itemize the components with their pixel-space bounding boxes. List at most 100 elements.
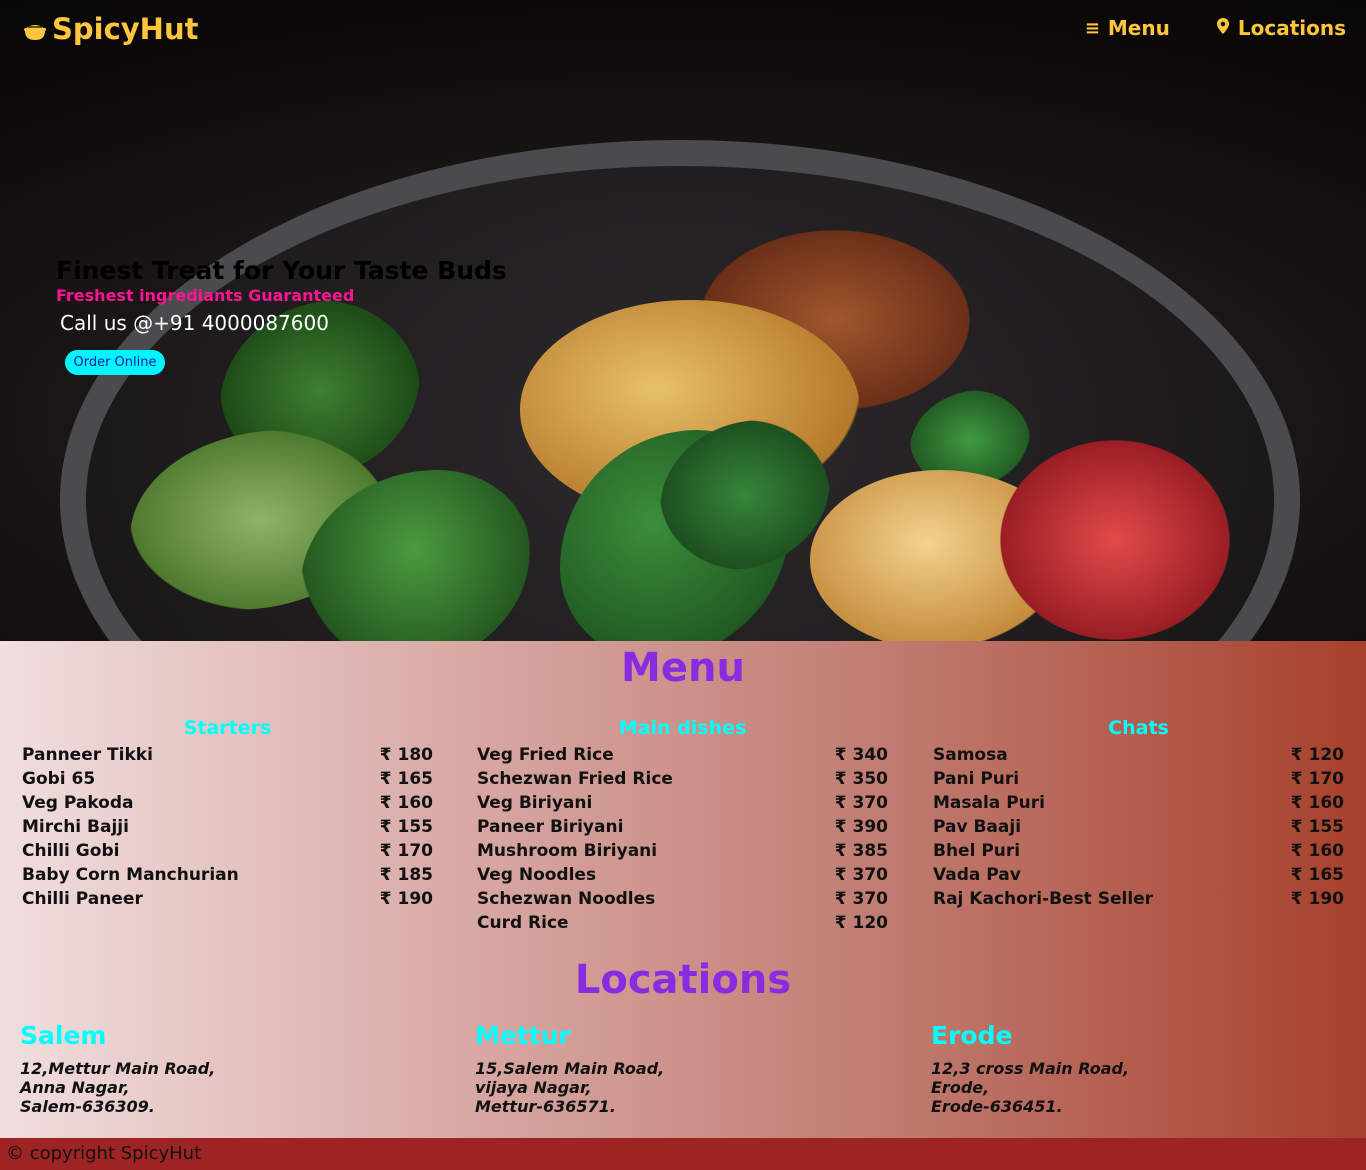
item-name: Vada Pav [933,865,1021,885]
menu-item: Veg Biriyani ₹ 370 [477,791,888,815]
column-title: Chats [1108,717,1169,739]
item-name: Veg Biriyani [477,793,593,813]
item-price: ₹ 390 [834,817,888,837]
nav-locations-link[interactable]: Locations [1216,14,1346,42]
menu-item: Chilli Gobi ₹ 170 [22,839,433,863]
item-name: Paneer Biriyani [477,817,624,837]
item-name: Chilli Gobi [22,841,120,861]
menu-column-main-dishes: Main dishes Veg Fried Rice ₹ 340 Schezwan… [477,717,888,935]
location-salem: Salem 12,Mettur Main Road, Anna Nagar, S… [20,1021,431,1116]
menu-item: Raj Kachori-Best Seller ₹ 190 [933,887,1344,911]
menu-item: Veg Fried Rice ₹ 340 [477,743,888,767]
menu-item: Schezwan Noodles ₹ 370 [477,887,888,911]
menu-column-chats: Chats Samosa ₹ 120 Pani Puri ₹ 170 Masala … [933,717,1344,911]
menu-item: Curd Rice ₹ 120 [477,911,888,935]
item-price: ₹ 370 [834,889,888,909]
menu-item: Panneer Tikki ₹ 180 [22,743,433,767]
top-nav: ≡ Menu Locations [1085,14,1346,42]
location-erode: Erode 12,3 cross Main Road, Erode, Erode… [931,1021,1342,1116]
nav-menu-link[interactable]: ≡ Menu [1085,14,1170,42]
nav-locations-label: Locations [1237,16,1346,40]
menu-item: Baby Corn Manchurian ₹ 185 [22,863,433,887]
item-name: Baby Corn Manchurian [22,865,239,885]
order-online-button[interactable]: Order Online [65,350,165,375]
item-name: Pani Puri [933,769,1020,789]
item-name: Mushroom Biriyani [477,841,658,861]
menu-item: Veg Pakoda ₹ 160 [22,791,433,815]
item-name: Gobi 65 [22,769,96,789]
address-line: Mettur-636571. [475,1097,616,1116]
location-mettur: Mettur 15,Salem Main Road, vijaya Nagar,… [475,1021,886,1116]
menu-item: Bhel Puri ₹ 160 [933,839,1344,863]
strawberry [1000,440,1230,640]
item-price: ₹ 370 [834,865,888,885]
item-name: Masala Puri [933,793,1045,813]
item-price: ₹ 170 [379,841,433,861]
hamburger-icon: ≡ [1084,17,1100,39]
menu-item: Samosa ₹ 120 [933,743,1344,767]
item-price: ₹ 170 [1290,769,1344,789]
brand-logo[interactable]: SpicyHut [22,12,198,46]
location-city: Erode [931,1021,1013,1050]
address-line: Erode, [931,1078,990,1097]
hero-banner: SpicyHut ≡ Menu Locations Finest Treat f… [0,0,1366,641]
item-price: ₹ 155 [379,817,433,837]
item-name: Veg Pakoda [22,793,134,813]
menu-item: Veg Noodles ₹ 370 [477,863,888,887]
hero-subtitle: Freshest ingrediants Guaranteed [56,286,355,305]
menu-item: Paneer Biriyani ₹ 390 [477,815,888,839]
item-price: ₹ 160 [1290,793,1344,813]
item-name: Panneer Tikki [22,745,153,765]
hero-phone: Call us @+91 4000087600 [60,311,329,335]
address-line: vijaya Nagar, [475,1078,592,1097]
item-name: Veg Noodles [477,865,597,885]
item-price: ₹ 165 [1290,865,1344,885]
item-price: ₹ 190 [379,889,433,909]
hero-title: Finest Treat for Your Taste Buds [56,256,507,285]
item-name: Chilli Paneer [22,889,143,909]
content-section: Menu Starters Panneer Tikki ₹ 180 Gobi 65… [0,641,1366,1138]
item-name: Samosa [933,745,1008,765]
brand-name: SpicyHut [52,12,199,46]
item-name: Bhel Puri [933,841,1021,861]
food-bowl-icon [22,16,48,42]
item-name: Raj Kachori-Best Seller [933,889,1154,909]
address-line: Anna Nagar, [20,1078,130,1097]
item-price: ₹ 190 [1290,889,1344,909]
item-name: Schezwan Noodles [477,889,656,909]
address-line: 12,Mettur Main Road, [20,1059,216,1078]
locations-heading: Locations [574,957,792,1003]
menu-heading: Menu [621,645,745,691]
item-price: ₹ 160 [379,793,433,813]
menu-item: Chilli Paneer ₹ 190 [22,887,433,911]
address-line: Salem-636309. [20,1097,155,1116]
menu-item: Mirchi Bajji ₹ 155 [22,815,433,839]
map-pin-icon [1216,17,1230,40]
nav-menu-label: Menu [1107,16,1170,40]
location-city: Salem [20,1021,107,1050]
column-title: Starters [183,717,272,739]
address-line: 12,3 cross Main Road, [931,1059,1130,1078]
item-name: Mirchi Bajji [22,817,129,837]
item-name: Pav Baaji [933,817,1022,837]
menu-item: Schezwan Fried Rice ₹ 350 [477,767,888,791]
menu-item: Vada Pav ₹ 165 [933,863,1344,887]
item-price: ₹ 165 [379,769,433,789]
item-price: ₹ 120 [1290,745,1344,765]
item-name: Curd Rice [477,913,569,933]
item-price: ₹ 185 [379,865,433,885]
item-price: ₹ 180 [379,745,433,765]
item-name: Veg Fried Rice [477,745,614,765]
column-title: Main dishes [618,717,747,739]
menu-item: Pani Puri ₹ 170 [933,767,1344,791]
item-name: Schezwan Fried Rice [477,769,673,789]
menu-column-starters: Starters Panneer Tikki ₹ 180 Gobi 65 ₹ 165… [22,717,433,911]
item-price: ₹ 385 [834,841,888,861]
location-city: Mettur [475,1021,571,1050]
menu-item: Masala Puri ₹ 160 [933,791,1344,815]
menu-item: Mushroom Biriyani ₹ 385 [477,839,888,863]
item-price: ₹ 340 [834,745,888,765]
menu-item: Gobi 65 ₹ 165 [22,767,433,791]
footer-copyright: © copyright SpicyHut [0,1138,1366,1170]
item-price: ₹ 350 [834,769,888,789]
